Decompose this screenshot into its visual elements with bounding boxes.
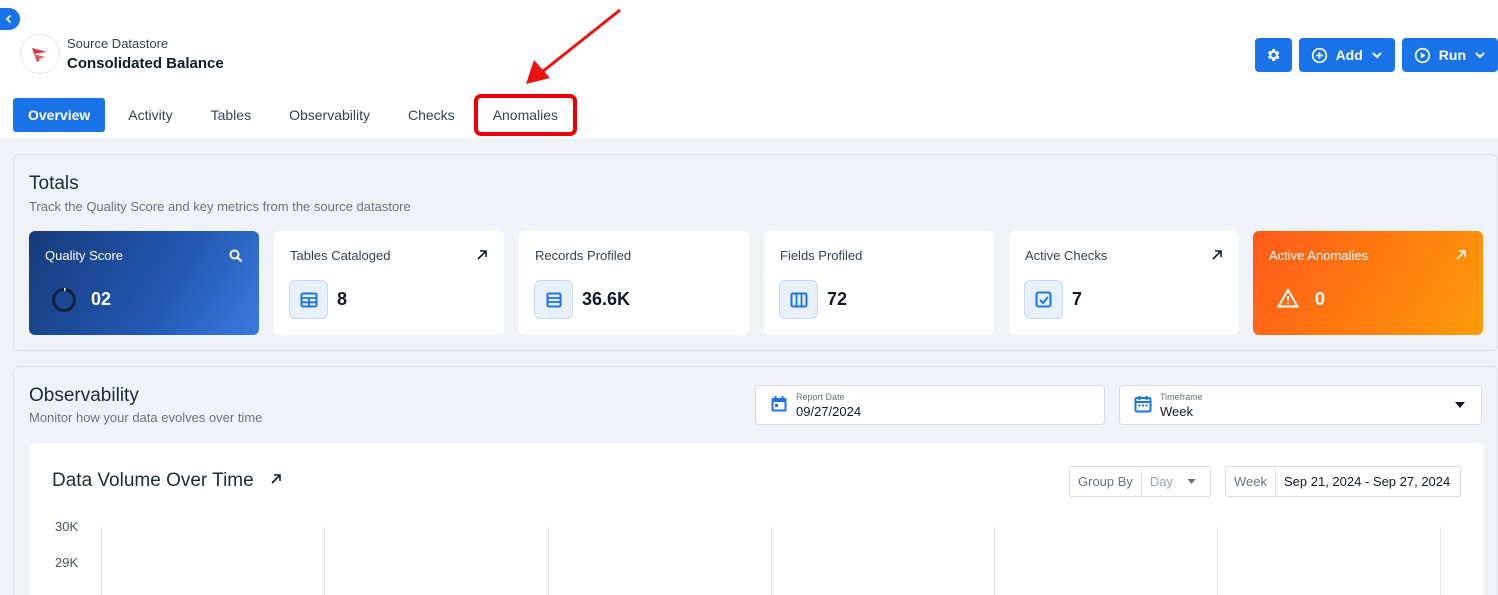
rows-icon (534, 280, 573, 319)
calendar-icon (1134, 396, 1152, 413)
sidebar-collapse-button[interactable] (0, 8, 20, 30)
data-volume-chart-card: Data Volume Over Time Group By Day Week … (29, 443, 1484, 595)
chart-gridline (324, 527, 325, 595)
timeframe-select[interactable]: Timeframe Week (1119, 385, 1482, 425)
tab-checks[interactable]: Checks (393, 98, 470, 132)
quality-score-card[interactable]: Quality Score 02 (29, 231, 259, 335)
chart-gridline (1217, 527, 1218, 595)
datastore-logo (20, 34, 60, 74)
gear-icon (1267, 49, 1280, 61)
group-by-value: Day (1149, 474, 1174, 489)
timeframe-label: Timeframe (1160, 392, 1203, 402)
tab-overview[interactable]: Overview (13, 98, 106, 132)
datastore-tabs: Overview Activity Tables Observability C… (13, 94, 581, 136)
plus-circle-icon (1311, 47, 1327, 63)
group-by-select[interactable]: Group By Day (1069, 466, 1211, 497)
date-range-period: Week (1226, 467, 1276, 496)
date-range-picker[interactable]: Week Sep 21, 2024 - Sep 27, 2024 (1225, 466, 1461, 497)
chart-gridline (1440, 527, 1441, 595)
datastore-type: Source Datastore (67, 36, 169, 51)
tab-observability[interactable]: Observability (274, 98, 385, 132)
arrow-up-right-icon[interactable] (476, 249, 488, 261)
active-checks-value: 7 (1072, 289, 1083, 309)
chart-gridline (101, 527, 102, 595)
observability-title: Observability (29, 385, 139, 406)
totals-panel: Totals Track the Quality Score and key m… (13, 154, 1498, 351)
caret-down-icon (1187, 479, 1196, 484)
datastore-logo-icon (32, 48, 47, 62)
y-tick-label: 30K (55, 519, 79, 534)
datastore-name: Consolidated Balance (67, 55, 224, 72)
table-icon (289, 280, 328, 319)
active-anomalies-value: 0 (1315, 289, 1326, 309)
caret-down-icon (1455, 402, 1465, 408)
records-profiled-label: Records Profiled (535, 248, 632, 263)
run-button-label: Run (1438, 47, 1466, 63)
arrow-up-right-icon[interactable] (270, 473, 282, 485)
chevron-down-icon (1372, 52, 1382, 59)
active-anomalies-card[interactable]: Active Anomalies 0 (1253, 231, 1483, 335)
active-checks-card[interactable]: Active Checks 7 (1009, 231, 1239, 335)
settings-button[interactable] (1254, 38, 1292, 72)
group-by-label: Group By (1070, 467, 1142, 496)
records-profiled-value: 36.6K (582, 289, 631, 309)
tab-anomalies[interactable]: Anomalies (473, 94, 578, 136)
tables-cataloged-value: 8 (337, 289, 348, 309)
report-date-label: Report Date (796, 392, 845, 402)
arrow-up-right-icon[interactable] (1211, 249, 1223, 261)
tables-cataloged-card[interactable]: Tables Cataloged 8 (274, 231, 504, 335)
tables-cataloged-label: Tables Cataloged (290, 248, 391, 263)
timeframe-value: Week (1160, 404, 1193, 419)
chart-gridline (771, 527, 772, 595)
active-anomalies-label: Active Anomalies (1269, 248, 1368, 263)
totals-title: Totals (29, 173, 79, 194)
chevron-down-icon (1475, 52, 1485, 59)
chart-title: Data Volume Over Time (52, 470, 254, 491)
quality-score-label: Quality Score (45, 248, 124, 263)
totals-subtitle: Track the Quality Score and key metrics … (29, 199, 411, 214)
fields-profiled-card: Fields Profiled 72 (764, 231, 994, 335)
warning-icon (1277, 288, 1299, 308)
group-by-value-wrap: Day (1142, 474, 1204, 489)
arrow-up-right-icon[interactable] (1455, 249, 1467, 261)
search-icon[interactable] (229, 249, 243, 263)
columns-icon (779, 280, 818, 319)
date-range-value: Sep 21, 2024 - Sep 27, 2024 (1284, 474, 1451, 489)
report-date-value: 09/27/2024 (796, 404, 862, 419)
records-profiled-card: Records Profiled 36.6K (519, 231, 749, 335)
tab-tables[interactable]: Tables (196, 98, 266, 132)
add-button[interactable]: Add (1298, 38, 1395, 72)
chart-gridline (548, 527, 549, 595)
observability-subtitle: Monitor how your data evolves over time (29, 410, 263, 425)
header-actions: Add Run (1254, 38, 1498, 72)
chart-gridline (994, 527, 995, 595)
chevron-left-icon (5, 14, 12, 24)
fields-profiled-label: Fields Profiled (780, 248, 863, 263)
annotation-arrow (526, 8, 621, 84)
calendar-icon (771, 396, 787, 412)
fields-profiled-value: 72 (827, 289, 848, 309)
report-date-field[interactable]: Report Date 09/27/2024 (755, 385, 1105, 425)
run-button[interactable]: Run (1401, 38, 1498, 72)
tab-activity[interactable]: Activity (113, 98, 187, 132)
quality-gauge-icon (52, 288, 76, 312)
y-tick-label: 29K (55, 555, 79, 570)
check-square-icon (1024, 280, 1063, 319)
observability-panel: Observability Monitor how your data evol… (13, 366, 1498, 595)
active-checks-label: Active Checks (1025, 248, 1108, 263)
quality-score-value: 02 (91, 289, 112, 309)
add-button-label: Add (1335, 47, 1363, 63)
play-circle-icon (1414, 47, 1430, 63)
